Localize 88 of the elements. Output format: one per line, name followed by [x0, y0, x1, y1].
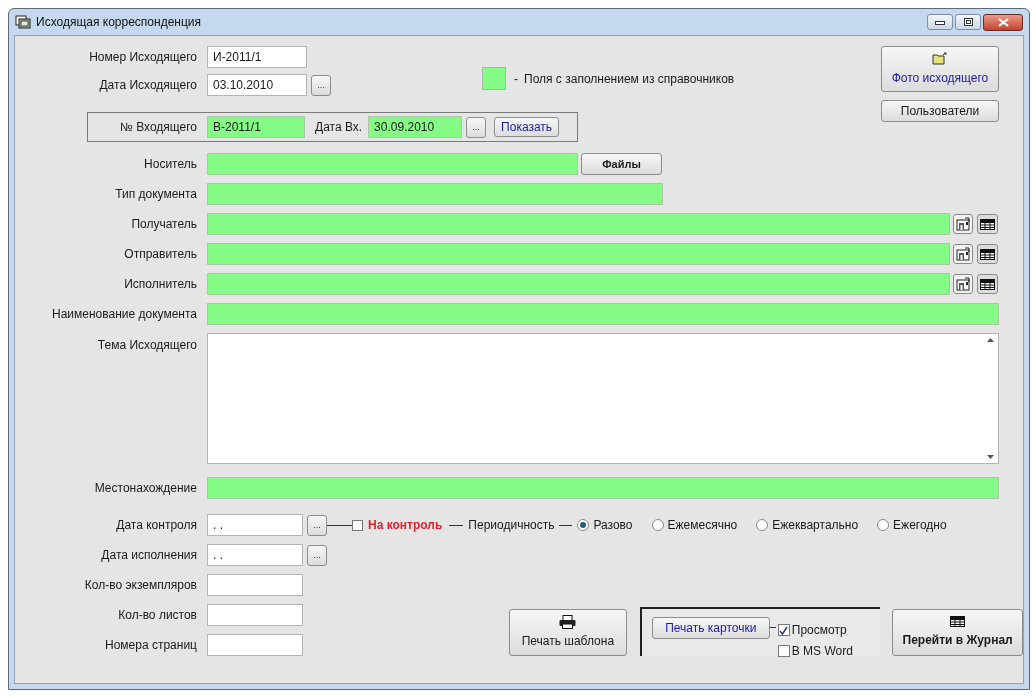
table-button[interactable]: [977, 244, 998, 264]
field-label: Номер Исходящего: [88, 49, 198, 66]
lookup-button[interactable]: [953, 244, 973, 264]
input-field[interactable]: [207, 634, 303, 656]
input-field[interactable]: [207, 574, 303, 596]
scroll-up-icon: [986, 338, 994, 342]
field-label: Кол-во экземпляров: [83, 577, 198, 594]
table-icon: [980, 218, 995, 230]
input-field[interactable]: [207, 213, 950, 235]
print-template-button[interactable]: Печать шаблона: [509, 609, 627, 656]
checkbox-label: В MS Word: [791, 643, 853, 660]
field-label: Носитель: [143, 156, 198, 173]
table-button[interactable]: [977, 214, 998, 234]
field-label: Исполнитель: [123, 276, 198, 293]
close-icon: [997, 17, 1009, 27]
print-card-button[interactable]: Печать карточки: [651, 617, 770, 639]
printer-icon: [559, 615, 577, 629]
radio-label: Ежегодно: [893, 517, 947, 534]
doorway-icon: [956, 247, 970, 261]
date-field[interactable]: 03.10.2010: [207, 74, 307, 96]
journal-button[interactable]: Перейти в Журнал: [892, 609, 1023, 656]
restore-icon: [963, 18, 973, 26]
field-label: Дата контроля: [115, 517, 198, 534]
files-button[interactable]: Файлы: [581, 153, 662, 175]
table-icon: [980, 278, 995, 290]
field-label: Наименование документа: [50, 306, 198, 323]
input-field[interactable]: [207, 604, 303, 626]
close-button[interactable]: [983, 13, 1023, 31]
checkbox[interactable]: [352, 519, 363, 531]
checkbox[interactable]: [777, 645, 790, 657]
input-field[interactable]: [207, 243, 950, 265]
radio-label: Ежемесячно: [667, 517, 738, 534]
lookup-button[interactable]: [953, 214, 973, 234]
scroll-down-icon: [986, 455, 994, 459]
input-field[interactable]: [207, 183, 663, 205]
field-label: Тип документа: [114, 186, 198, 203]
table-icon: [950, 616, 966, 627]
radio-button[interactable]: [577, 519, 590, 531]
date-field[interactable]: . .: [207, 514, 303, 536]
lookup-button[interactable]: [953, 274, 973, 294]
doorway-icon: [956, 277, 970, 291]
radio-button[interactable]: [651, 519, 664, 531]
minimize-button[interactable]: [927, 14, 953, 30]
users-button[interactable]: Пользователи: [881, 100, 999, 122]
radio-label: Ежеквартально: [772, 517, 859, 534]
incoming-number-field[interactable]: В-2011/1: [207, 116, 305, 138]
field-label: Местонахождение: [93, 480, 198, 497]
table-icon: [980, 248, 995, 260]
radio-button[interactable]: [877, 519, 890, 531]
doorway-icon: [956, 217, 970, 231]
checkbox[interactable]: [777, 624, 790, 636]
minimize-icon: [935, 19, 945, 25]
legend-text: Поля с заполнением из справочников: [524, 70, 735, 88]
field-label: Периодичность: [468, 517, 555, 534]
input-field[interactable]: [207, 303, 999, 325]
photo-button[interactable]: Фото исходящего: [881, 46, 999, 92]
field-label: Кол-во листов: [117, 607, 198, 624]
ellipsis-button[interactable]: ...: [466, 116, 487, 138]
radio-label: Разово: [593, 517, 633, 534]
input-field[interactable]: [207, 153, 578, 175]
field-label: Дата исполнения: [100, 547, 198, 564]
number-field[interactable]: И-2011/1: [207, 46, 307, 68]
window-title: Исходящая корреспонденция: [36, 14, 202, 31]
restore-button[interactable]: [955, 14, 981, 30]
folders-icon: [15, 15, 31, 29]
field-label: Отправитель: [123, 246, 198, 263]
legend-swatch: [482, 67, 506, 90]
input-field[interactable]: [207, 477, 999, 499]
checkbox-label: На контроль: [368, 517, 443, 534]
legend-dash: -: [514, 70, 518, 88]
radio-button[interactable]: [756, 519, 769, 531]
incoming-date-field[interactable]: 30.09.2010: [368, 116, 463, 138]
ellipsis-button[interactable]: ...: [307, 544, 327, 566]
field-label: № Входящего: [118, 119, 198, 136]
input-field[interactable]: [207, 273, 950, 295]
checkbox-label: Просмотр: [791, 622, 847, 639]
field-label: Получатель: [130, 216, 198, 233]
field-label: Дата Исходящего: [98, 77, 198, 94]
ellipsis-button[interactable]: ...: [307, 514, 327, 536]
field-label: Номера страниц: [104, 637, 198, 654]
field-label: Дата Вх.: [315, 119, 363, 136]
check-icon: [779, 625, 789, 635]
field-label: Тема Исходящего: [96, 337, 198, 354]
table-button[interactable]: [977, 274, 998, 294]
folder-icon: [932, 51, 948, 66]
ellipsis-button[interactable]: ...: [311, 74, 331, 96]
show-button[interactable]: Показать: [494, 117, 560, 137]
date-field[interactable]: . .: [207, 544, 303, 566]
